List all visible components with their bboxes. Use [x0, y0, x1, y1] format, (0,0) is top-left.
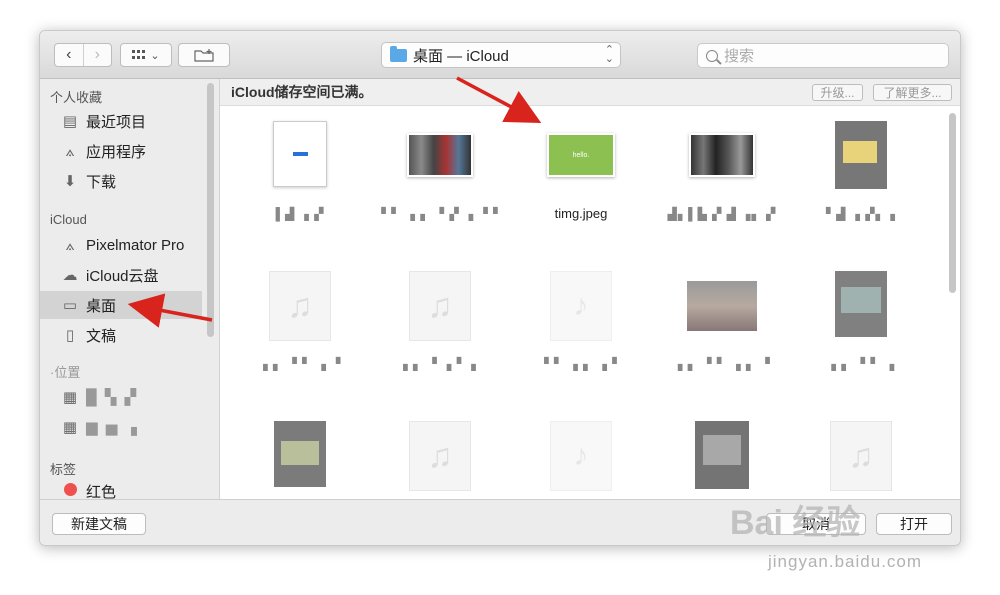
- arrow-to-timg: [456, 76, 542, 123]
- arrow-to-desktop: [127, 293, 213, 328]
- watermark-logo: Bai 经验: [730, 504, 861, 542]
- watermark-url: jingyan.baidu.com: [768, 552, 923, 571]
